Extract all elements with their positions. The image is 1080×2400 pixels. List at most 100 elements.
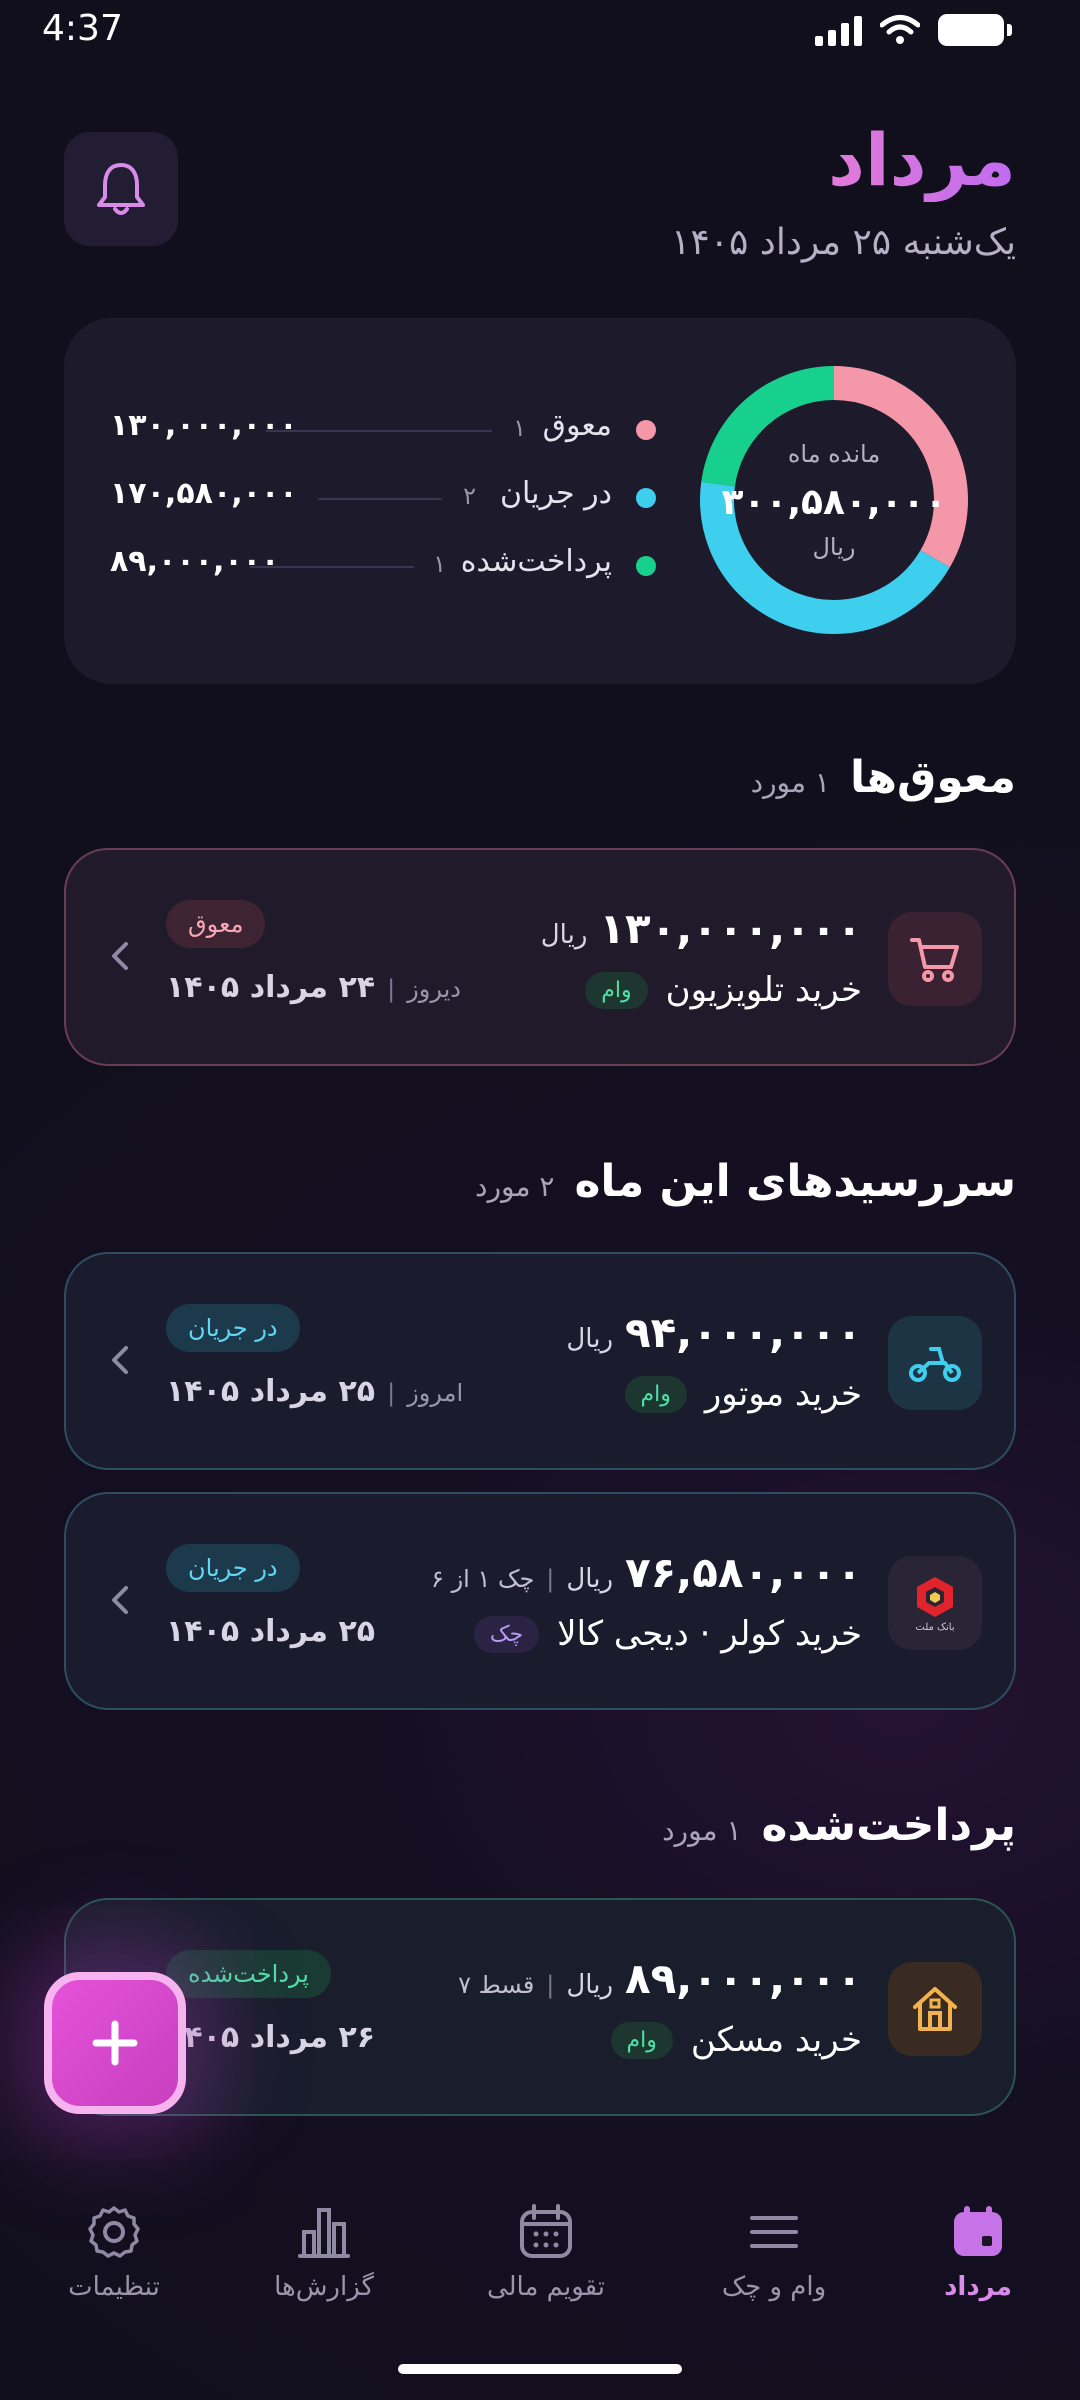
nav-label: تنظیمات bbox=[68, 2272, 160, 2302]
nav-label: مرداد bbox=[944, 2272, 1012, 2302]
home-indicator bbox=[398, 2364, 682, 2374]
status-bar: 4:37 bbox=[0, 0, 1080, 60]
plus-icon bbox=[92, 2020, 138, 2066]
donut-total: ۳۰۰,۵۸۰,۰۰۰ bbox=[721, 481, 947, 523]
section-title: معوق‌ها bbox=[849, 752, 1016, 803]
separator: | bbox=[546, 1565, 555, 1593]
item-icon-box bbox=[888, 1962, 982, 2056]
type-badge: چک bbox=[473, 1615, 540, 1653]
bottom-navigation: مرداد وام و چک تقویم مالی گزارش‌ها تنظیم… bbox=[0, 2190, 1080, 2330]
legend-count: ۱ bbox=[433, 550, 446, 578]
item-unit: ریال bbox=[566, 1324, 613, 1354]
bank-logo-text: بانک ملت bbox=[915, 1621, 955, 1633]
due-relative: امروز bbox=[407, 1379, 464, 1407]
item-extra: قسط ۷ bbox=[458, 1971, 535, 1999]
gear-icon bbox=[88, 2206, 140, 2258]
item-amount: ۱۳۰,۰۰۰,۰۰۰ bbox=[599, 904, 862, 953]
section-this-month-header: سررسیدهای این ماه ۲ مورد bbox=[475, 1156, 1016, 1207]
nav-label: گزارش‌ها bbox=[274, 2272, 374, 2302]
legend-divider bbox=[266, 430, 492, 432]
nav-label: تقویم مالی bbox=[486, 2272, 606, 2302]
legend-divider bbox=[318, 498, 442, 500]
installment-card-tv[interactable]: ۱۳۰,۰۰۰,۰۰۰ ریال خرید تلویزیون وام معوق … bbox=[64, 848, 1016, 1066]
legend-amount: ۱۳۰,۰۰۰,۰۰۰ bbox=[110, 408, 298, 443]
current-date: یک‌شنبه ۲۵ مرداد ۱۴۰۵ bbox=[671, 222, 1016, 263]
name-row: خرید تلویزیون وام bbox=[585, 970, 862, 1010]
legend-row-paid: پرداخت‌شده ۱ ۸۹,۰۰۰,۰۰۰ bbox=[110, 544, 656, 588]
section-title: پرداخت‌شده bbox=[761, 1800, 1016, 1851]
legend-row-overdue: معوق ۱ ۱۳۰,۰۰۰,۰۰۰ bbox=[110, 408, 656, 452]
separator: | bbox=[387, 1379, 396, 1407]
installment-card-housing[interactable]: ۸۹,۰۰۰,۰۰۰ ریال | قسط ۷ خرید مسکن وام پر… bbox=[64, 1898, 1016, 2116]
legend-count: ۱ bbox=[513, 414, 526, 442]
legend-name: پرداخت‌شده bbox=[460, 544, 612, 579]
nav-item-financial-calendar[interactable]: تقویم مالی bbox=[446, 2202, 646, 2302]
status-badge: در جریان bbox=[166, 1304, 300, 1352]
status-badge: در جریان bbox=[166, 1544, 300, 1592]
amount-row: ۷۶,۵۸۰,۰۰۰ ریال | چک ۱ از ۶ bbox=[431, 1548, 862, 1597]
add-installment-button[interactable] bbox=[44, 1972, 186, 2114]
wifi-icon bbox=[880, 15, 920, 44]
calendar-month-icon bbox=[954, 2206, 1002, 2256]
status-badge: پرداخت‌شده bbox=[166, 1950, 331, 1998]
name-row: خرید کولر · دیجی کالا چک bbox=[473, 1614, 862, 1654]
due-date: ۲۵ مرداد ۱۴۰۵ bbox=[166, 1614, 376, 1649]
nav-item-settings[interactable]: تنظیمات bbox=[14, 2202, 214, 2302]
type-badge: وام bbox=[585, 971, 648, 1009]
amount-row: ۹۴,۰۰۰,۰۰۰ ریال bbox=[566, 1308, 862, 1357]
legend-row-in-flow: در جریان ۲ ۱۷۰,۵۸۰,۰۰۰ bbox=[110, 476, 656, 520]
donut-center: مانده ماه ۳۰۰,۵۸۰,۰۰۰ ریال bbox=[696, 362, 972, 638]
nav-item-month[interactable]: مرداد bbox=[878, 2202, 1078, 2302]
legend-amount: ۱۷۰,۵۸۰,۰۰۰ bbox=[110, 476, 298, 511]
due-row: ۲۵ مرداد ۱۴۰۵ bbox=[166, 1614, 375, 1649]
status-time: 4:37 bbox=[42, 8, 123, 49]
type-badge: وام bbox=[610, 2021, 673, 2059]
item-name: خرید کولر · دیجی کالا bbox=[557, 1614, 862, 1654]
item-name: خرید مسکن bbox=[690, 2020, 862, 2060]
chevron-left-icon bbox=[112, 1586, 128, 1614]
donut-unit: ریال bbox=[812, 532, 856, 561]
item-icon-box bbox=[888, 1316, 982, 1410]
item-amount: ۸۹,۰۰۰,۰۰۰ bbox=[625, 1954, 862, 2003]
chevron-left-icon bbox=[112, 1346, 128, 1374]
scooter-icon bbox=[909, 1347, 961, 1382]
nav-item-reports[interactable]: گزارش‌ها bbox=[224, 2202, 424, 2302]
nav-item-loans-cheques[interactable]: وام و چک bbox=[674, 2202, 874, 2302]
legend-dot bbox=[636, 556, 656, 576]
section-count: ۱ مورد bbox=[662, 1814, 742, 1847]
item-name: خرید تلویزیون bbox=[665, 970, 862, 1010]
amount-row: ۸۹,۰۰۰,۰۰۰ ریال | قسط ۷ bbox=[458, 1954, 862, 2003]
type-badge: وام bbox=[624, 1375, 687, 1413]
bell-icon bbox=[97, 163, 145, 215]
notifications-button[interactable] bbox=[64, 132, 178, 246]
due-date: ۲۶ مرداد ۱۴۰۵ bbox=[166, 2020, 376, 2055]
bank-mellat-logo-icon bbox=[917, 1576, 953, 1617]
installment-card-motorcycle[interactable]: ۹۴,۰۰۰,۰۰۰ ریال خرید موتور وام در جریان … bbox=[64, 1252, 1016, 1470]
house-icon bbox=[913, 1987, 957, 2031]
donut-caption: مانده ماه bbox=[787, 439, 881, 468]
list-icon bbox=[750, 2216, 798, 2248]
calendar-icon bbox=[520, 2204, 572, 2258]
legend-dot bbox=[636, 420, 656, 440]
chevron-left-icon bbox=[112, 942, 128, 970]
nav-label: وام و چک bbox=[721, 2272, 827, 2302]
installment-card-cooler[interactable]: بانک ملت ۷۶,۵۸۰,۰۰۰ ریال | چک ۱ از ۶ خری… bbox=[64, 1492, 1016, 1710]
month-summary-card: مانده ماه ۳۰۰,۵۸۰,۰۰۰ ریال معوق ۱ ۱۳۰,۰۰… bbox=[64, 318, 1016, 684]
section-paid-header: پرداخت‌شده ۱ مورد bbox=[662, 1800, 1016, 1851]
section-count: ۱ مورد bbox=[750, 766, 830, 799]
section-overdue-header: معوق‌ها ۱ مورد bbox=[751, 752, 1016, 803]
separator: | bbox=[387, 975, 396, 1003]
status-badge: معوق bbox=[166, 900, 266, 948]
legend-count: ۲ bbox=[463, 482, 476, 510]
amount-row: ۱۳۰,۰۰۰,۰۰۰ ریال bbox=[541, 904, 862, 953]
battery-icon bbox=[938, 14, 1012, 46]
legend-name: معوق bbox=[542, 408, 612, 443]
due-relative: دیروز bbox=[407, 975, 461, 1003]
item-unit: ریال bbox=[566, 1564, 613, 1594]
item-amount: ۷۶,۵۸۰,۰۰۰ bbox=[625, 1548, 862, 1597]
item-icon-box bbox=[888, 912, 982, 1006]
section-title: سررسیدهای این ماه bbox=[574, 1156, 1016, 1207]
legend-amount: ۸۹,۰۰۰,۰۰۰ bbox=[110, 544, 280, 579]
legend-name: در جریان bbox=[499, 476, 612, 511]
due-date: ۲۴ مرداد ۱۴۰۵ bbox=[166, 970, 376, 1005]
